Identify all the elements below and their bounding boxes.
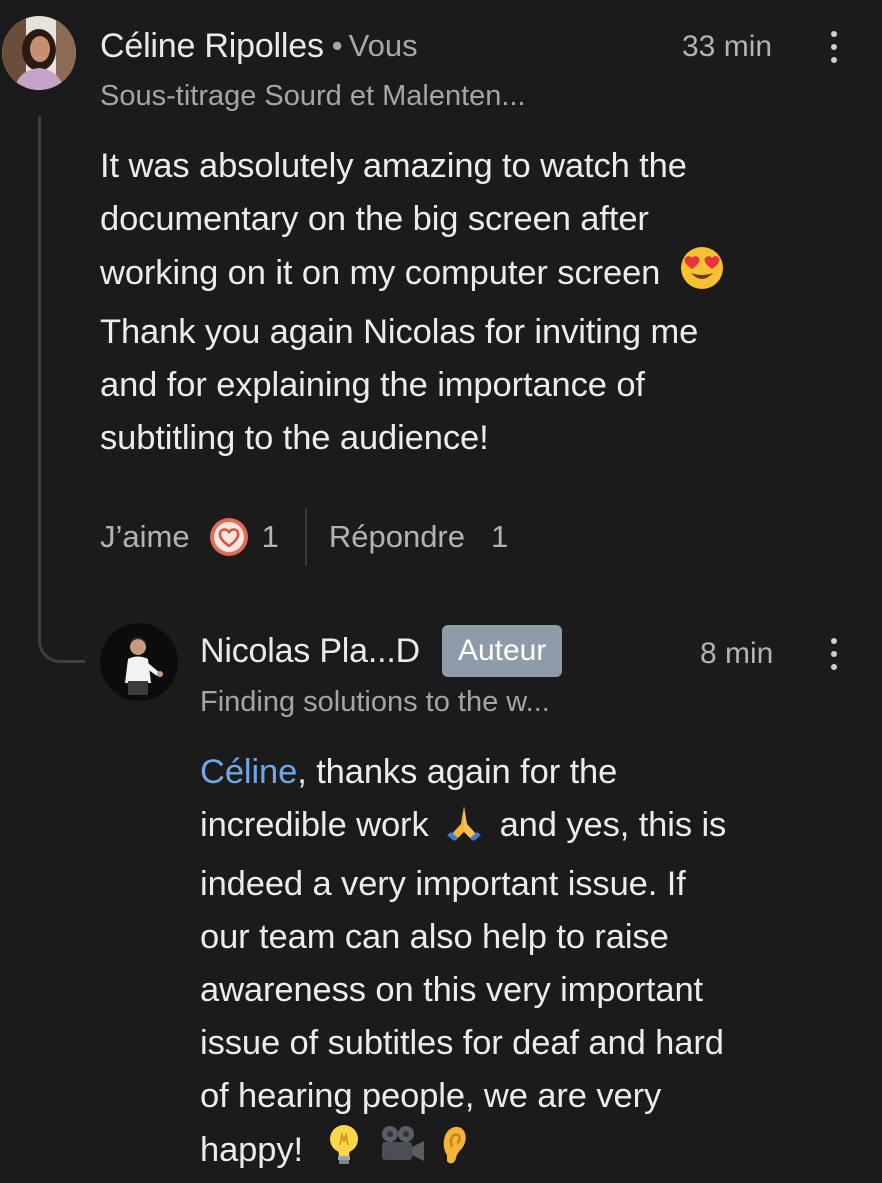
comment-line: documentary on the big screen after xyxy=(100,200,649,238)
reply-line-text: and yes, this is xyxy=(490,806,727,844)
reaction-count[interactable]: 1 xyxy=(262,519,279,555)
actions-divider xyxy=(304,508,307,566)
like-button[interactable]: J’aime xyxy=(100,519,190,555)
avatar-image xyxy=(100,623,178,701)
reply-line: our team can also help to raise xyxy=(200,918,669,956)
praying-hands-emoji xyxy=(444,802,484,858)
comment-line: Thank you again Nicolas for inviting me xyxy=(100,313,699,351)
reply-count[interactable]: 1 xyxy=(491,519,508,555)
reply-line: indeed a very important issue. If xyxy=(200,865,686,903)
more-options-icon[interactable] xyxy=(826,634,842,674)
comment-header: Céline Ripolles • Vous xyxy=(100,22,418,70)
separator-dot: • xyxy=(331,28,343,63)
reply-line-text: incredible work xyxy=(200,806,429,844)
comment-line: working on it on my computer screen xyxy=(100,246,860,306)
author-name[interactable]: Nicolas Pla...D xyxy=(200,632,420,671)
author-headline: Sous-titrage Sourd et Malenten... xyxy=(100,80,526,112)
thread-connector xyxy=(38,610,85,663)
comment-line: It was absolutely amazing to watch the xyxy=(100,147,687,185)
author-badge: Auteur xyxy=(441,625,563,677)
reply-timestamp: 8 min xyxy=(700,637,774,670)
comment-line: and for explaining the importance of xyxy=(100,366,645,404)
comment-line: subtitling to the audience! xyxy=(100,419,489,457)
reply-header: Nicolas Pla...D Auteur xyxy=(200,622,563,680)
light-bulb-emoji xyxy=(326,1123,362,1183)
reply-line: incredible work and yes, this is xyxy=(200,799,860,858)
thread-line xyxy=(38,116,41,636)
comment-actions: J’aime 1 Répondre 1 xyxy=(100,508,508,566)
reply-line: awareness on this very important xyxy=(200,971,704,1009)
avatar-image xyxy=(2,16,76,90)
you-label: Vous xyxy=(348,28,418,63)
love-reaction-icon[interactable] xyxy=(208,516,250,558)
more-options-icon[interactable] xyxy=(826,27,842,67)
reply-body: Céline, thanks again for the incredible … xyxy=(200,746,860,1183)
reply-line: issue of subtitles for deaf and hard xyxy=(200,1024,724,1062)
comment-timestamp: 33 min xyxy=(682,30,773,63)
avatar[interactable] xyxy=(100,623,178,701)
movie-camera-emoji xyxy=(378,1123,426,1183)
comment-line-text: working on it on my computer screen xyxy=(100,254,661,292)
mention-link[interactable]: Céline xyxy=(200,753,297,791)
ear-emoji xyxy=(439,1123,469,1183)
avatar[interactable] xyxy=(2,16,76,90)
reply-line-text: , thanks again for the xyxy=(297,753,618,791)
comment-body: It was absolutely amazing to watch the d… xyxy=(100,140,860,465)
author-name[interactable]: Céline Ripolles xyxy=(100,27,324,66)
reply-line-text: happy! xyxy=(200,1131,303,1169)
reply-line: Céline, thanks again for the xyxy=(200,746,860,799)
author-headline: Finding solutions to the w... xyxy=(200,686,550,718)
reply-button[interactable]: Répondre xyxy=(329,519,465,555)
reply-line: happy! xyxy=(200,1123,860,1183)
heart-eyes-emoji xyxy=(680,246,724,306)
reply-line: of hearing people, we are very xyxy=(200,1077,662,1115)
